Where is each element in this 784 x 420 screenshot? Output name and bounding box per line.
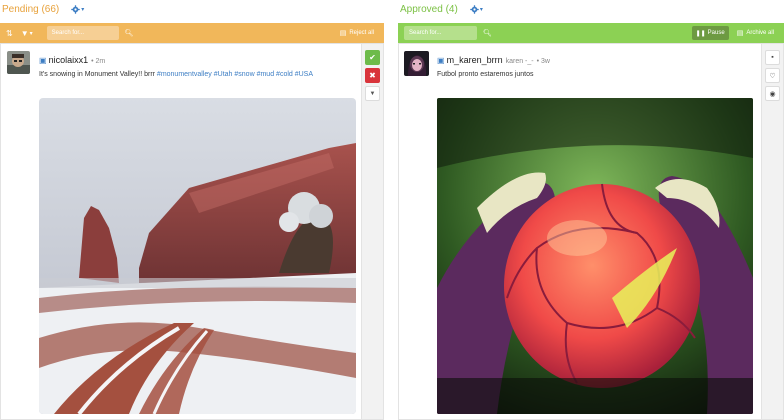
check-icon: ✔ xyxy=(369,53,376,62)
approved-toolbar: Search for... 🔍︎ ❚❚ Pause ▤ Archive all xyxy=(398,23,784,43)
caption-text: Futbol pronto estaremos juntos xyxy=(437,71,534,78)
reject-all-label: Reject all xyxy=(349,30,374,36)
search-placeholder: Search for... xyxy=(51,30,84,36)
approve-button[interactable]: ✔ xyxy=(365,50,380,65)
pause-label: Pause xyxy=(707,30,725,36)
username[interactable]: nicolaixx1 xyxy=(49,55,89,65)
archive-icon: ▪ xyxy=(771,54,774,61)
archive-all-label: Archive all xyxy=(746,30,774,36)
chevron-down-icon: ▾ xyxy=(81,6,85,13)
user-handle: karen -_- xyxy=(505,58,534,65)
instagram-icon: ▣ xyxy=(39,56,47,65)
list-icon: ▤ xyxy=(339,30,347,37)
avatar[interactable] xyxy=(404,51,429,76)
more-options-button[interactable]: ▼ xyxy=(365,86,380,101)
post-user-line: ▣ nicolaixx1 • 2m xyxy=(39,55,105,65)
reject-all-button[interactable]: ▤ Reject all xyxy=(336,26,378,40)
pause-button[interactable]: ❚❚ Pause xyxy=(691,26,729,40)
approved-column: Approved (4) ▾ Search for... 🔍︎ ❚❚ Pause… xyxy=(398,0,784,420)
hashtag[interactable]: #mud xyxy=(257,71,275,78)
chevron-down-icon: ▼ xyxy=(369,90,376,97)
search-icon[interactable]: 🔍︎ xyxy=(125,29,134,37)
pending-post-card: ▣ nicolaixx1 • 2m It's snowing in Monume… xyxy=(0,43,384,420)
instagram-icon: ▣ xyxy=(437,56,445,65)
post-caption: It's snowing in Monument Valley!! brrr #… xyxy=(39,71,313,78)
search-icon[interactable]: 🔍︎ xyxy=(483,29,492,37)
gear-icon xyxy=(470,4,479,14)
pending-header: Pending (66) ▾ xyxy=(2,2,84,16)
pending-moderation-rail: ✔ ✖ ▼ xyxy=(361,44,383,419)
reject-button[interactable]: ✖ xyxy=(365,68,380,83)
hashtag[interactable]: #snow xyxy=(234,71,254,78)
pending-column: Pending (66) ▾ ⇅ ▼ ▾ Search for... 🔍︎ ▤ R… xyxy=(0,0,384,420)
list-icon: ▤ xyxy=(736,30,744,37)
approved-action-rail: ▪ ♡ ◉ xyxy=(761,44,783,419)
post-caption: Futbol pronto estaremos juntos xyxy=(437,71,534,78)
visibility-button[interactable]: ◉ xyxy=(765,86,780,101)
approved-post-card: ▣ m_karen_brrn karen -_- • 3w Futbol pro… xyxy=(398,43,784,420)
post-photo[interactable] xyxy=(437,98,753,414)
filter-icon: ▼ xyxy=(20,28,29,38)
avatar[interactable] xyxy=(7,51,30,74)
chevron-down-icon: ▾ xyxy=(479,6,483,13)
eye-icon: ◉ xyxy=(769,90,776,98)
hashtag[interactable]: #Utah xyxy=(214,71,233,78)
hashtag[interactable]: #cold xyxy=(276,71,293,78)
hashtag[interactable]: #monumentvalley xyxy=(157,71,212,78)
post-photo[interactable] xyxy=(39,98,356,414)
pending-toolbar: ⇅ ▼ ▾ Search for... 🔍︎ ▤ Reject all xyxy=(0,23,384,43)
pending-settings-button[interactable]: ▾ xyxy=(71,4,85,14)
close-icon: ✖ xyxy=(369,71,376,80)
username[interactable]: m_karen_brrn xyxy=(447,55,503,65)
post-time: • 2m xyxy=(91,58,106,65)
heart-icon: ♡ xyxy=(769,72,776,80)
search-placeholder: Search for... xyxy=(409,30,442,36)
post-time: • 3w xyxy=(536,58,550,65)
approved-header: Approved (4) ▾ xyxy=(400,2,483,16)
post-user-line: ▣ m_karen_brrn karen -_- • 3w xyxy=(437,55,550,65)
caption-text: It's snowing in Monument Valley!! brrr xyxy=(39,71,157,78)
pause-icon: ❚❚ xyxy=(695,30,706,37)
pending-title: Pending (66) xyxy=(2,3,60,15)
favorite-button[interactable]: ♡ xyxy=(765,68,780,83)
chevron-down-icon: ▾ xyxy=(29,30,33,37)
filter-button[interactable]: ▼ ▾ xyxy=(21,29,33,38)
pending-search-input[interactable]: Search for... xyxy=(46,26,119,40)
archive-all-button[interactable]: ▤ Archive all xyxy=(733,26,778,40)
hashtag[interactable]: #USA xyxy=(295,71,313,78)
sort-icon[interactable]: ⇅ xyxy=(6,29,13,38)
archive-button[interactable]: ▪ xyxy=(765,50,780,65)
approved-settings-button[interactable]: ▾ xyxy=(470,4,483,14)
approved-title: Approved (4) xyxy=(400,3,458,15)
gear-icon xyxy=(71,4,80,14)
approved-search-input[interactable]: Search for... xyxy=(404,26,477,40)
